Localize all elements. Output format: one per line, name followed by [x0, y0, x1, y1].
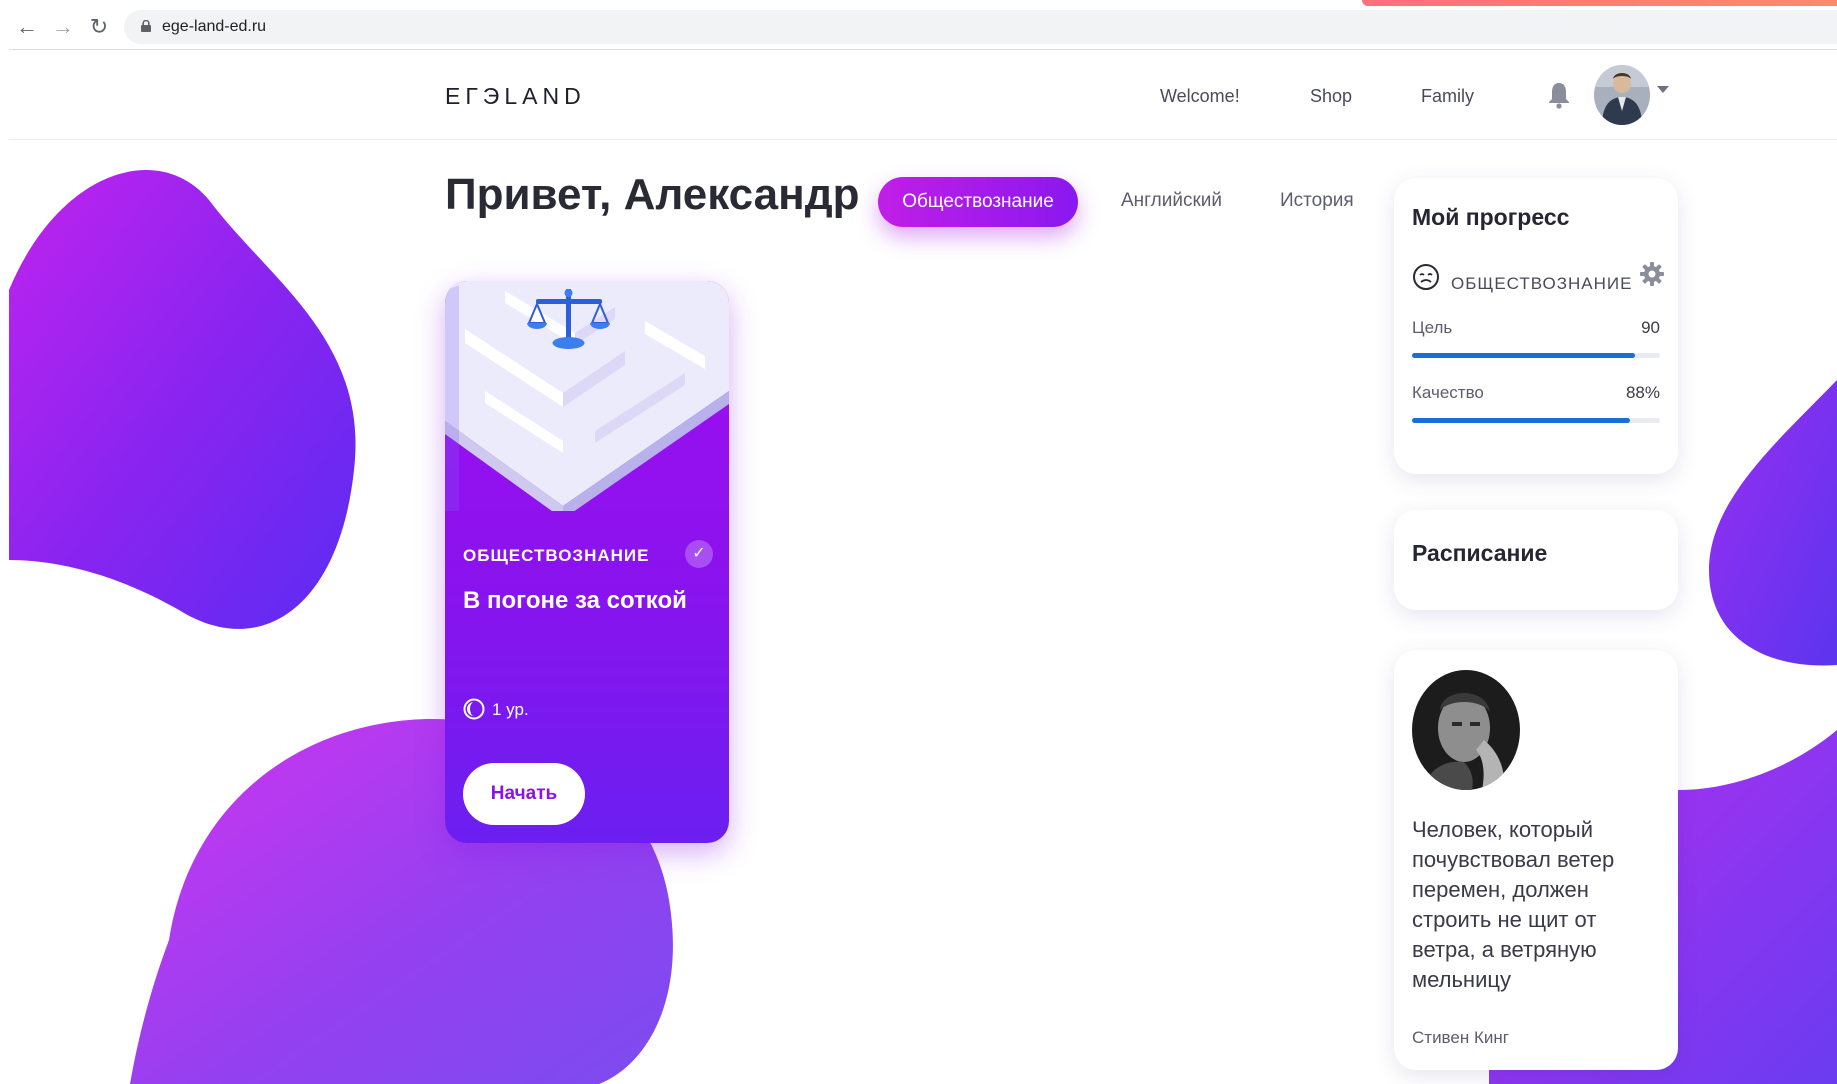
tab-english[interactable]: Английский	[1121, 190, 1222, 212]
level-icon	[463, 698, 485, 720]
tab-history[interactable]: История	[1280, 190, 1354, 212]
progress-title: Мой прогресс	[1412, 204, 1570, 230]
progress-fill-quality	[1412, 418, 1631, 423]
card-level: 1 ур.	[492, 700, 529, 719]
start-button[interactable]: Начать	[463, 763, 585, 825]
nav-shop[interactable]: Shop	[1310, 86, 1352, 107]
overlay-stripe	[1362, 0, 1837, 6]
schedule-card[interactable]: Расписание	[1394, 510, 1678, 610]
address-bar[interactable]: ege-land-ed.ru	[124, 10, 1837, 44]
quote-card: Человек, который почувствовал ветер пере…	[1394, 650, 1678, 1070]
decorative-blob	[1709, 380, 1837, 666]
nav-welcome[interactable]: Welcome!	[1160, 86, 1240, 107]
schedule-title: Расписание	[1412, 540, 1548, 566]
quote-author: Стивен Кинг	[1412, 1028, 1509, 1047]
progress-bar-goal	[1412, 353, 1660, 358]
maze-illustration	[445, 281, 729, 511]
user-avatar[interactable]	[1594, 65, 1650, 125]
course-card[interactable]: ОБЩЕСТВОЗНАНИЕ ✓ В погоне за соткой 1 ур…	[445, 281, 729, 843]
metric-value-goal: 90	[1641, 318, 1660, 337]
card-title: В погоне за соткой	[463, 587, 687, 614]
metric-label-quality: Качество	[1412, 383, 1484, 402]
decorative-blob	[9, 170, 356, 629]
site-header: ЕГЭLAND Welcome! Shop Family	[9, 50, 1837, 140]
greeting-title: Привет, Александр	[445, 170, 860, 219]
page: ЕГЭLAND Welcome! Shop Family Привет, Але…	[9, 50, 1837, 1084]
progress-fill-goal	[1412, 353, 1636, 358]
lock-icon	[141, 20, 151, 32]
progress-bar-quality	[1412, 418, 1660, 423]
author-portrait	[1412, 670, 1520, 790]
checkmark-icon: ✓	[685, 540, 713, 568]
forward-arrow-icon[interactable]: →	[48, 12, 78, 42]
site-logo[interactable]: ЕГЭLAND	[445, 83, 586, 110]
tab-social-studies[interactable]: Обществознание	[878, 177, 1078, 227]
bell-icon[interactable]	[1547, 81, 1571, 109]
metric-label-goal: Цель	[1412, 318, 1453, 337]
gear-icon[interactable]	[1640, 262, 1664, 286]
sad-face-icon	[1413, 264, 1439, 290]
progress-card: Мой прогресс ОБЩЕСТВОЗНАНИЕ Цель 90 Каче…	[1394, 178, 1678, 474]
metric-value-quality: 88%	[1625, 383, 1660, 402]
quote-text: Человек, который почувствовал ветер пере…	[1412, 817, 1615, 992]
reload-icon[interactable]: ↻	[84, 12, 114, 42]
nav-family[interactable]: Family	[1421, 86, 1474, 107]
url-text: ege-land-ed.ru	[162, 18, 267, 35]
chevron-down-icon[interactable]	[1657, 86, 1669, 93]
browser-toolbar: ← → ↻ ege-land-ed.ru	[0, 0, 1837, 50]
card-subject: ОБЩЕСТВОЗНАНИЕ	[463, 546, 650, 565]
progress-subject: ОБЩЕСТВОЗНАНИЕ	[1451, 274, 1633, 293]
back-arrow-icon[interactable]: ←	[12, 12, 42, 42]
